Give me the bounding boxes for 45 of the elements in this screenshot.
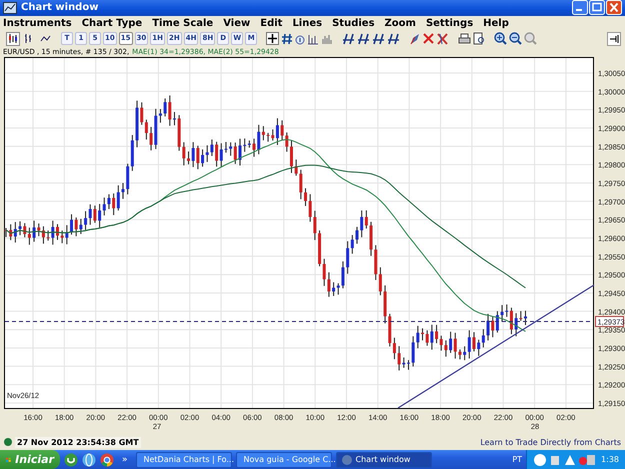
print-icon[interactable] bbox=[458, 32, 472, 45]
volume-bars-icon[interactable] bbox=[307, 32, 320, 45]
delete-all-icon[interactable] bbox=[436, 32, 450, 45]
print-preview-icon[interactable] bbox=[473, 32, 486, 46]
window-title: Chart window bbox=[21, 2, 98, 14]
menu-item[interactable]: Zoom bbox=[384, 18, 416, 29]
clock: 1:38 bbox=[601, 455, 619, 464]
taskbar-button[interactable]: NetDania Charts | Fo... bbox=[136, 452, 232, 468]
trend-line-tool-icon[interactable] bbox=[342, 32, 356, 46]
server-time: 27 Nov 2012 23:54:38 GMT bbox=[15, 436, 141, 448]
info-icon[interactable] bbox=[295, 32, 306, 45]
taskbar-button[interactable]: Chart window bbox=[336, 452, 432, 468]
browser-icon[interactable] bbox=[100, 452, 114, 466]
torrent-icon[interactable] bbox=[64, 452, 78, 466]
globe-icon[interactable] bbox=[82, 452, 96, 466]
menu-item[interactable]: Edit bbox=[260, 18, 282, 29]
maximize-button[interactable] bbox=[589, 0, 605, 16]
crosshair-icon[interactable] bbox=[266, 32, 280, 46]
language-indicator[interactable]: PT bbox=[512, 455, 522, 464]
grid-icon[interactable] bbox=[281, 32, 294, 45]
menu-item[interactable]: Instruments bbox=[3, 18, 72, 29]
trend-line-tool-icon[interactable] bbox=[357, 32, 370, 46]
candlestick-chart-icon bbox=[8, 33, 18, 44]
menu-item[interactable]: Settings bbox=[426, 18, 474, 29]
menu-item[interactable]: View bbox=[223, 18, 250, 29]
trade-link[interactable]: Learn to Trade Directly from Charts bbox=[480, 438, 621, 447]
delete-icon[interactable] bbox=[423, 33, 434, 44]
menu-item[interactable]: Time Scale bbox=[152, 18, 214, 29]
menu-item[interactable]: Chart Type bbox=[82, 18, 142, 29]
chart-icon bbox=[3, 2, 17, 14]
more-button[interactable]: » bbox=[118, 454, 132, 464]
app-icon bbox=[340, 454, 353, 466]
tray-icons-drawing[interactable] bbox=[533, 452, 596, 466]
trend-line-tool-icon[interactable] bbox=[372, 32, 386, 46]
menu-item[interactable]: Studies bbox=[332, 18, 375, 29]
close-button[interactable] bbox=[606, 0, 622, 16]
menu-item[interactable]: Help bbox=[483, 18, 509, 29]
dock-button[interactable] bbox=[607, 32, 621, 46]
zoom-in-icon[interactable] bbox=[494, 32, 508, 46]
menu-item[interactable]: Lines bbox=[292, 18, 322, 29]
trend-line-tool-icon[interactable] bbox=[387, 32, 400, 46]
minimize-button[interactable] bbox=[572, 0, 588, 16]
pen-icon[interactable] bbox=[409, 32, 422, 45]
chart-type-button[interactable] bbox=[6, 32, 20, 46]
zoom-out-icon[interactable] bbox=[509, 32, 522, 46]
